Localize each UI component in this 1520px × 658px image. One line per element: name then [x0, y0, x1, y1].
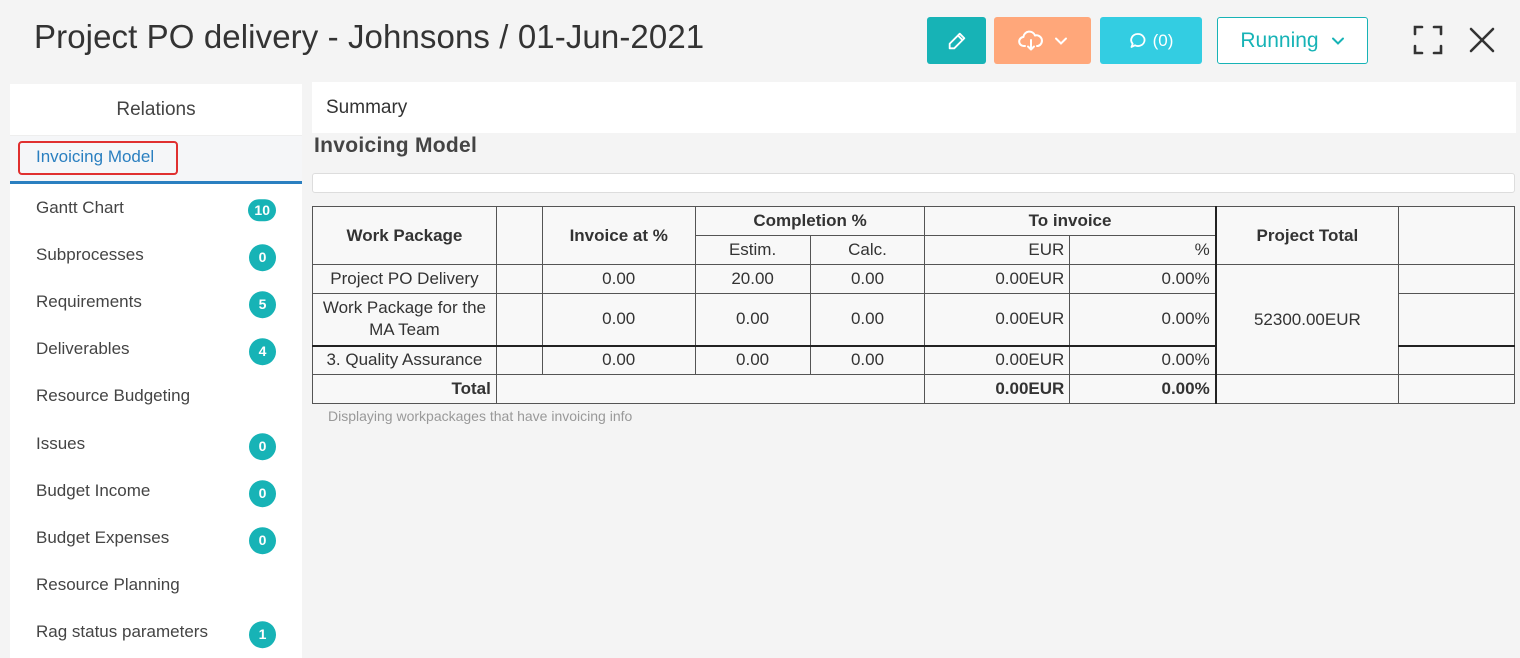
sidebar-item-gantt-chart[interactable]: Gantt Chart 10 — [10, 184, 302, 231]
edit-button[interactable] — [927, 17, 986, 64]
cell-estim: 0.00 — [694, 293, 811, 346]
header-calc: Calc. — [809, 235, 926, 265]
cell-blank — [495, 374, 926, 404]
count-badge: 0 — [249, 479, 276, 507]
tab-bar: Summary — [312, 82, 1516, 133]
cell-calc: 0.00 — [809, 293, 926, 346]
table-note: Displaying workpackages that have invoic… — [328, 408, 633, 424]
sidebar-item-label: Resource Budgeting — [36, 386, 191, 406]
status-dropdown[interactable]: Running — [1217, 17, 1368, 64]
chevron-down-icon — [1331, 37, 1344, 45]
header-invoice-at: Invoice at % — [541, 206, 696, 265]
cell-invoice-at: 0.00 — [541, 345, 696, 375]
sidebar-item-subprocesses[interactable]: Subprocesses 0 — [10, 231, 302, 278]
sidebar-item-issues[interactable]: Issues 0 — [10, 420, 302, 467]
table-total-row: Total 0.00EUR 0.00% — [312, 374, 1515, 404]
sidebar-item-requirements[interactable]: Requirements 5 — [10, 278, 302, 325]
cell-work-package: 3. Quality Assurance — [312, 345, 497, 375]
close-icon[interactable] — [1466, 24, 1498, 56]
cell-eur: 0.00EUR — [924, 345, 1071, 375]
count-badge: 0 — [249, 432, 276, 460]
sidebar-item-label: Subprocesses — [36, 244, 144, 264]
section-title: Invoicing Model — [314, 134, 478, 157]
sidebar-item-label: Requirements — [36, 291, 142, 311]
header-project-total: Project Total — [1214, 206, 1400, 265]
cell-eur: 0.00EUR — [924, 264, 1071, 294]
sidebar-item-label: Deliverables — [36, 339, 130, 359]
header-blank — [495, 206, 543, 265]
cell-blank — [495, 293, 543, 346]
cell-calc: 0.00 — [809, 345, 926, 375]
cell-work-package: Project PO Delivery — [312, 264, 497, 294]
sidebar-item-deliverables[interactable]: Deliverables 4 — [10, 326, 302, 373]
comment-icon — [1129, 32, 1146, 48]
count-badge: 4 — [249, 338, 276, 366]
cell-invoice-at: 0.00 — [541, 293, 696, 346]
count-badge: 1 — [249, 621, 276, 649]
sidebar-item-label: Budget Expenses — [36, 527, 170, 547]
sidebar-item-budget-expenses[interactable]: Budget Expenses 0 — [10, 514, 302, 561]
cell-project-total: 52300.00EUR — [1215, 264, 1400, 375]
header: Project PO delivery - Johnsons / 01-Jun-… — [0, 0, 1520, 82]
cell-blank — [1398, 264, 1515, 294]
sidebar-item-label: Gantt Chart — [36, 197, 124, 217]
cell-pct: 0.00% — [1069, 293, 1217, 346]
tab-summary[interactable]: Summary — [326, 97, 407, 119]
chevron-down-icon — [1054, 37, 1067, 45]
cell-pct: 0.00% — [1069, 345, 1217, 375]
header-eur: EUR — [924, 235, 1071, 265]
count-badge: 10 — [248, 198, 276, 221]
table-row: Project PO Delivery 0.00 20.00 0.00 0.00… — [312, 264, 1515, 375]
cell-work-package: Work Package for the MA Team — [312, 293, 497, 346]
sidebar-item-label: Resource Planning — [36, 575, 180, 595]
sidebar-item-invoicing-model[interactable]: Invoicing Model — [10, 136, 302, 184]
sidebar-item-label: Budget Income — [36, 480, 151, 500]
cell-eur: 0.00EUR — [924, 293, 1071, 346]
header-pct: % — [1069, 235, 1217, 265]
cell-calc: 0.00 — [809, 264, 926, 294]
relations-sidebar: Relations Invoicing Model Gantt Chart 10… — [10, 84, 302, 658]
cell-blank — [495, 264, 543, 294]
sidebar-item-resource-planning[interactable]: Resource Planning — [10, 562, 302, 609]
total-pct: 0.00% — [1069, 374, 1217, 404]
cell-estim: 0.00 — [694, 345, 811, 375]
download-button[interactable] — [994, 17, 1091, 64]
cell-blank — [1398, 293, 1515, 346]
cell-invoice-at: 0.00 — [541, 264, 696, 294]
header-work-package: Work Package — [312, 206, 497, 265]
cell-blank — [1398, 345, 1515, 375]
total-eur: 0.00EUR — [924, 374, 1071, 404]
main-content: Summary Invoicing Model Work Package Inv… — [312, 82, 1516, 424]
sidebar-item-label: Invoicing Model — [18, 140, 179, 175]
filter-bar[interactable] — [312, 173, 1515, 193]
total-label: Total — [312, 374, 497, 404]
cell-pct: 0.00% — [1069, 264, 1217, 294]
page-title: Project PO delivery - Johnsons / 01-Jun-… — [34, 18, 705, 55]
count-badge: 0 — [249, 243, 276, 271]
header-estim: Estim. — [694, 235, 811, 265]
header-to-invoice: To invoice — [924, 206, 1217, 236]
sidebar-item-resource-budgeting[interactable]: Resource Budgeting — [10, 373, 302, 420]
cell-blank — [1215, 374, 1400, 404]
header-blank — [1398, 206, 1515, 265]
header-completion: Completion % — [694, 206, 926, 236]
comments-button[interactable]: (0) — [1100, 17, 1202, 64]
status-label: Running — [1240, 28, 1319, 52]
count-badge: 0 — [249, 527, 276, 555]
fullscreen-icon[interactable] — [1412, 24, 1444, 56]
cell-blank — [1398, 374, 1515, 404]
pencil-icon — [948, 32, 965, 49]
sidebar-item-label: Issues — [36, 433, 86, 453]
cell-blank — [495, 345, 543, 375]
sidebar-item-label: Rag status parameters — [36, 622, 208, 642]
cloud-download-icon — [1017, 30, 1043, 50]
comments-count: (0) — [1152, 30, 1174, 50]
invoicing-table: Work Package Invoice at % Completion % T… — [312, 206, 1515, 404]
sidebar-heading: Relations — [10, 84, 302, 136]
sidebar-item-rag-status-parameters[interactable]: Rag status parameters 1 — [10, 609, 302, 656]
cell-estim: 20.00 — [694, 264, 811, 294]
sidebar-item-budget-income[interactable]: Budget Income 0 — [10, 467, 302, 514]
count-badge: 5 — [249, 291, 276, 319]
